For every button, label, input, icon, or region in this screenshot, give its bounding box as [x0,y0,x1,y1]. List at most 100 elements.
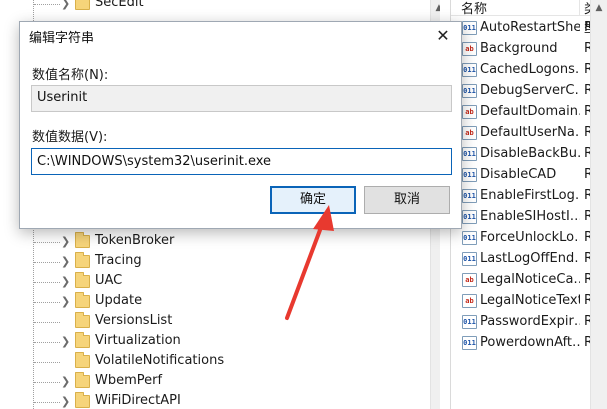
dword-value-icon: 011 [462,147,477,161]
value-row[interactable]: 011AutoRestartShellREG [451,18,607,39]
column-divider[interactable] [579,0,580,16]
chevron-right-icon[interactable]: ❯ [61,0,73,11]
value-name: DisableBackBu… [480,146,580,161]
values-scrollbar[interactable]: ▲ [590,0,607,409]
folder-icon [75,272,90,288]
dword-value-icon: 011 [462,189,477,203]
tree-item-label: TokenBroker [95,233,175,248]
tree-item-label: Tracing [95,253,142,268]
tree-item-label: WbemPerf [95,373,163,388]
cancel-button[interactable]: 取消 [364,186,450,214]
tree-item-label: VersionsList [95,313,173,328]
dword-value-icon: 011 [462,21,477,35]
tree-connector [34,242,60,243]
folder-icon [75,0,90,10]
chevron-right-icon[interactable]: ❯ [61,375,73,389]
dword-value-icon: 011 [462,210,477,224]
value-row[interactable]: 011EnableSIHostI…REG [451,207,607,228]
value-row[interactable]: abDefaultUserNa…REG [451,123,607,144]
value-name: DisableCAD [480,167,557,182]
dword-value-icon: 011 [462,168,477,182]
tree-connector [34,382,60,383]
dialog-title: 编辑字符串 [29,31,95,46]
value-row[interactable]: 011PowerdownAft…REG [451,333,607,354]
value-row[interactable]: 011PasswordExpir…REG [451,312,607,333]
tree-item-label: UAC [95,273,123,288]
tree-item-label: SecEdit [95,0,144,10]
value-data-label: 数值数据(V): [32,130,108,145]
string-value-icon: ab [462,105,477,119]
registry-values-list[interactable]: 名称 类型 011AutoRestartShellREGabBackground… [450,0,607,409]
tree-item[interactable]: ❯ Update [0,292,440,312]
value-row[interactable]: 011EnableFirstLog…REG [451,186,607,207]
close-icon[interactable]: ✕ [425,22,461,50]
value-row[interactable]: abBackgroundREG [451,39,607,60]
dword-value-icon: 011 [462,336,477,350]
value-name: PowerdownAft… [480,335,580,350]
tree-item[interactable]: VolatileNotifications [0,352,440,372]
ok-button[interactable]: 确定 [270,186,356,214]
value-name-field: Userinit [31,85,452,112]
chevron-right-icon[interactable]: ❯ [61,295,73,309]
tree-connector [34,282,60,283]
tree-item[interactable]: ❯ WbemPerf [0,372,440,392]
tree-connector [34,342,60,343]
value-row[interactable]: abDefaultDomain…REG [451,102,607,123]
value-name: Background [480,41,558,56]
chevron-right-icon[interactable]: ❯ [61,395,73,409]
dword-value-icon: 011 [462,84,477,98]
tree-item[interactable]: VersionsList [0,312,440,332]
edit-string-dialog: 编辑字符串 ✕ 数值名称(N): Userinit 数值数据(V): 确定 取消 [19,21,462,229]
value-row[interactable]: abLegalNoticeCa…REG [451,270,607,291]
value-data-input[interactable] [31,148,452,175]
value-name: ForceUnlockLo… [480,230,580,245]
value-row[interactable]: 011DebugServerC…REG [451,81,607,102]
tree-item-label: WiFiDirectAPI [95,393,181,408]
column-header-name[interactable]: 名称 [461,0,487,17]
tree-connector [34,4,60,5]
tree-item[interactable]: ❯ TokenBroker [0,232,440,252]
chevron-right-icon[interactable]: ❯ [61,335,73,349]
tree-connector [34,402,60,403]
value-name: LegalNoticeText [480,293,580,308]
dword-value-icon: 011 [462,252,477,266]
string-value-icon: ab [462,294,477,308]
folder-icon [75,332,90,348]
dialog-titlebar[interactable]: 编辑字符串 ✕ [20,22,461,50]
tree-item[interactable]: ❯ Virtualization [0,332,440,352]
scroll-up-arrow-icon[interactable]: ▲ [591,0,607,16]
chevron-right-icon[interactable]: ❯ [61,235,73,249]
folder-icon [75,232,90,248]
tree-connector [34,322,60,323]
tree-item[interactable]: ❯ UAC [0,272,440,292]
chevron-right-icon[interactable]: ❯ [61,275,73,289]
value-name: DefaultUserNa… [480,125,580,140]
tree-item-label: Virtualization [95,333,181,348]
value-row[interactable]: 011ForceUnlockLo…REG [451,228,607,249]
value-name: DefaultDomain… [480,104,580,119]
dword-value-icon: 011 [462,315,477,329]
tree-item[interactable]: ❯ WiFiDirectAPI [0,392,440,409]
value-row[interactable]: 011DisableCADREG [451,165,607,186]
chevron-right-icon[interactable]: ❯ [61,255,73,269]
value-row[interactable]: 011CachedLogons…REG [451,60,607,81]
dword-value-icon: 011 [462,231,477,245]
tree-item[interactable]: ❯ Tracing [0,252,440,272]
values-list-header: 名称 类型 [451,0,607,36]
value-name: CachedLogons… [480,62,580,77]
tree-connector [34,262,60,263]
tree-item-label: VolatileNotifications [95,353,225,368]
string-value-icon: ab [462,42,477,56]
folder-icon [75,252,90,268]
value-row[interactable]: 011DisableBackBu…REG [451,144,607,165]
value-row[interactable]: 011LastLogOffEnd…REG [451,249,607,270]
value-name-label: 数值名称(N): [32,68,109,83]
tree-connector [34,302,60,303]
value-row[interactable]: abLegalNoticeTextREG [451,291,607,312]
tree-item-secedit[interactable]: ❯ SecEdit [0,0,440,14]
value-name: LastLogOffEnd… [480,251,580,266]
value-name: EnableSIHostI… [480,209,580,224]
scroll-up-arrow-icon[interactable]: ▲ [431,0,440,16]
folder-icon [75,392,90,408]
value-name: PasswordExpir… [480,314,580,329]
